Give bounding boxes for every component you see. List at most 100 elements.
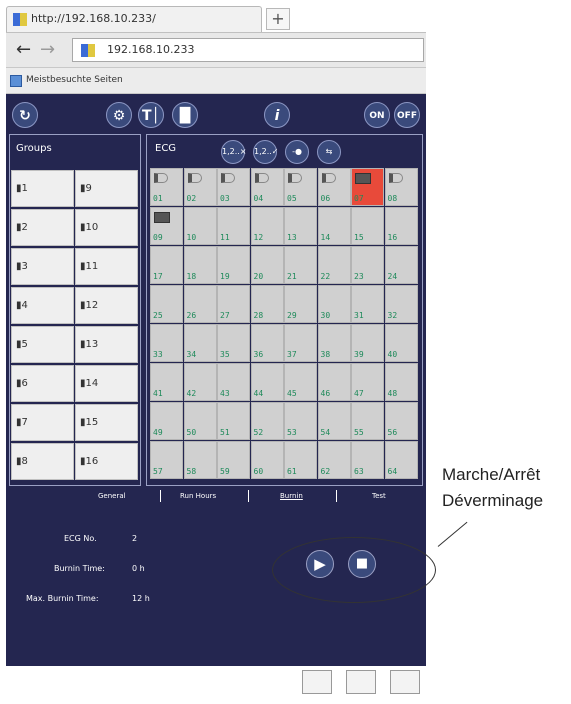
ecg-cell[interactable]: 47 (351, 363, 384, 401)
ecg-cell[interactable]: 14 (317, 207, 351, 245)
ecg-cell[interactable]: 37 (284, 324, 317, 362)
ecg-cell[interactable]: 51 (217, 402, 250, 440)
new-tab-button[interactable]: + (266, 8, 290, 30)
ecg-cell[interactable]: 22 (317, 246, 351, 284)
floorplan-view-icon[interactable] (346, 670, 376, 694)
on-button[interactable]: ON (364, 102, 390, 128)
ecg-cell[interactable]: 04 (250, 168, 284, 206)
ecg-cell[interactable]: 63 (351, 441, 384, 479)
off-button[interactable]: OFF (394, 102, 420, 128)
group-item[interactable]: ▮3 (11, 248, 74, 285)
ecg-cell[interactable]: 15 (351, 207, 384, 245)
ecg-cell[interactable]: 44 (250, 363, 284, 401)
group-item[interactable]: ▮13 (75, 326, 138, 363)
table-view-icon[interactable] (302, 670, 332, 694)
swap-button[interactable]: ⇆ (317, 140, 341, 164)
group-item[interactable]: ▮5 (11, 326, 74, 363)
group-item[interactable]: ▮14 (75, 365, 138, 402)
ecg-cell[interactable]: 21 (284, 246, 317, 284)
group-item[interactable]: ▮10 (75, 209, 138, 246)
ecg-cell[interactable]: 07 (351, 168, 384, 206)
group-item[interactable]: ▮1 (11, 170, 74, 207)
ecg-cell[interactable]: 20 (250, 246, 284, 284)
ecg-cell[interactable]: 05 (284, 168, 317, 206)
ecg-cell[interactable]: 61 (284, 441, 317, 479)
back-arrow-icon[interactable]: ← (16, 39, 31, 61)
tab-run-hours[interactable]: Run Hours (180, 492, 216, 500)
ecg-cell[interactable]: 43 (217, 363, 250, 401)
ecg-cell[interactable]: 62 (317, 441, 351, 479)
ecg-cell[interactable]: 42 (183, 363, 217, 401)
deselect-numbers-button[interactable]: 1,2..× (221, 140, 247, 164)
ecg-cell[interactable]: 01 (150, 168, 183, 206)
ecg-cell[interactable]: 32 (384, 285, 418, 323)
ecg-cell[interactable]: 36 (250, 324, 284, 362)
ecg-cell[interactable]: 25 (150, 285, 183, 323)
ecg-cell[interactable]: 45 (284, 363, 317, 401)
ecg-cell[interactable]: 60 (250, 441, 284, 479)
ecg-cell[interactable]: 54 (317, 402, 351, 440)
group-item[interactable]: ▮9 (75, 170, 138, 207)
ecg-cell[interactable]: 10 (183, 207, 217, 245)
select-numbers-button[interactable]: 1,2..✓ (253, 140, 279, 164)
ecg-cell[interactable]: 17 (150, 246, 183, 284)
tab-general[interactable]: General (98, 492, 126, 500)
groups-settings-button[interactable]: ⚙ (106, 102, 132, 128)
group-item[interactable]: ▮4 (11, 287, 74, 324)
ecg-cell[interactable]: 02 (183, 168, 217, 206)
ecg-cell[interactable]: 64 (384, 441, 418, 479)
ti-tool-button[interactable]: T│ (138, 102, 164, 128)
ecg-cell[interactable]: 56 (384, 402, 418, 440)
ecg-cell[interactable]: 27 (217, 285, 250, 323)
ecg-cell[interactable]: 26 (183, 285, 217, 323)
ecg-cell[interactable]: 52 (250, 402, 284, 440)
ecg-cell[interactable]: 19 (217, 246, 250, 284)
bookmark-most-visited[interactable]: Meistbesuchte Seiten (26, 75, 123, 85)
ecg-cell[interactable]: 33 (150, 324, 183, 362)
ecg-cell[interactable]: 11 (217, 207, 250, 245)
ecg-cell[interactable]: 48 (384, 363, 418, 401)
ecg-cell[interactable]: 24 (384, 246, 418, 284)
ecg-cell[interactable]: 38 (317, 324, 351, 362)
ecg-cell[interactable]: 03 (217, 168, 250, 206)
ecg-cell[interactable]: 53 (284, 402, 317, 440)
ecg-cell[interactable]: 59 (217, 441, 250, 479)
lamp-identify-button[interactable]: -● (285, 140, 309, 164)
ecg-cell[interactable]: 30 (317, 285, 351, 323)
group-item[interactable]: ▮6 (11, 365, 74, 402)
group-item[interactable]: ▮12 (75, 287, 138, 324)
forward-arrow-icon[interactable]: → (40, 39, 55, 61)
ecg-cell[interactable]: 50 (183, 402, 217, 440)
ecg-cell[interactable]: 34 (183, 324, 217, 362)
ecg-cell[interactable]: 58 (183, 441, 217, 479)
tab-test[interactable]: Test (372, 492, 386, 500)
ecg-cell[interactable]: 18 (183, 246, 217, 284)
ecg-cell[interactable]: 23 (351, 246, 384, 284)
ecg-cell[interactable]: 55 (351, 402, 384, 440)
browser-tab[interactable]: http://192.168.10.233/ (6, 6, 262, 32)
group-item[interactable]: ▮15 (75, 404, 138, 441)
ecg-cell[interactable]: 28 (250, 285, 284, 323)
ecg-cell[interactable]: 29 (284, 285, 317, 323)
ecg-cell[interactable]: 12 (250, 207, 284, 245)
device-button[interactable]: ▐▌ (172, 102, 198, 128)
ecg-cell[interactable]: 46 (317, 363, 351, 401)
group-item[interactable]: ▮16 (75, 443, 138, 480)
group-item[interactable]: ▮8 (11, 443, 74, 480)
ecg-cell[interactable]: 06 (317, 168, 351, 206)
group-item[interactable]: ▮2 (11, 209, 74, 246)
ecg-cell[interactable]: 49 (150, 402, 183, 440)
color-view-icon[interactable] (390, 670, 420, 694)
ecg-cell[interactable]: 39 (351, 324, 384, 362)
ecg-cell[interactable]: 41 (150, 363, 183, 401)
ecg-cell[interactable]: 08 (384, 168, 418, 206)
tab-burnin[interactable]: Burnin (280, 492, 303, 500)
address-bar[interactable]: 192.168.10.233 (72, 38, 424, 62)
ecg-cell[interactable]: 09 (150, 207, 183, 245)
ecg-cell[interactable]: 40 (384, 324, 418, 362)
ecg-cell[interactable]: 35 (217, 324, 250, 362)
group-item[interactable]: ▮11 (75, 248, 138, 285)
ecg-cell[interactable]: 16 (384, 207, 418, 245)
ecg-cell[interactable]: 57 (150, 441, 183, 479)
ecg-cell[interactable]: 13 (284, 207, 317, 245)
